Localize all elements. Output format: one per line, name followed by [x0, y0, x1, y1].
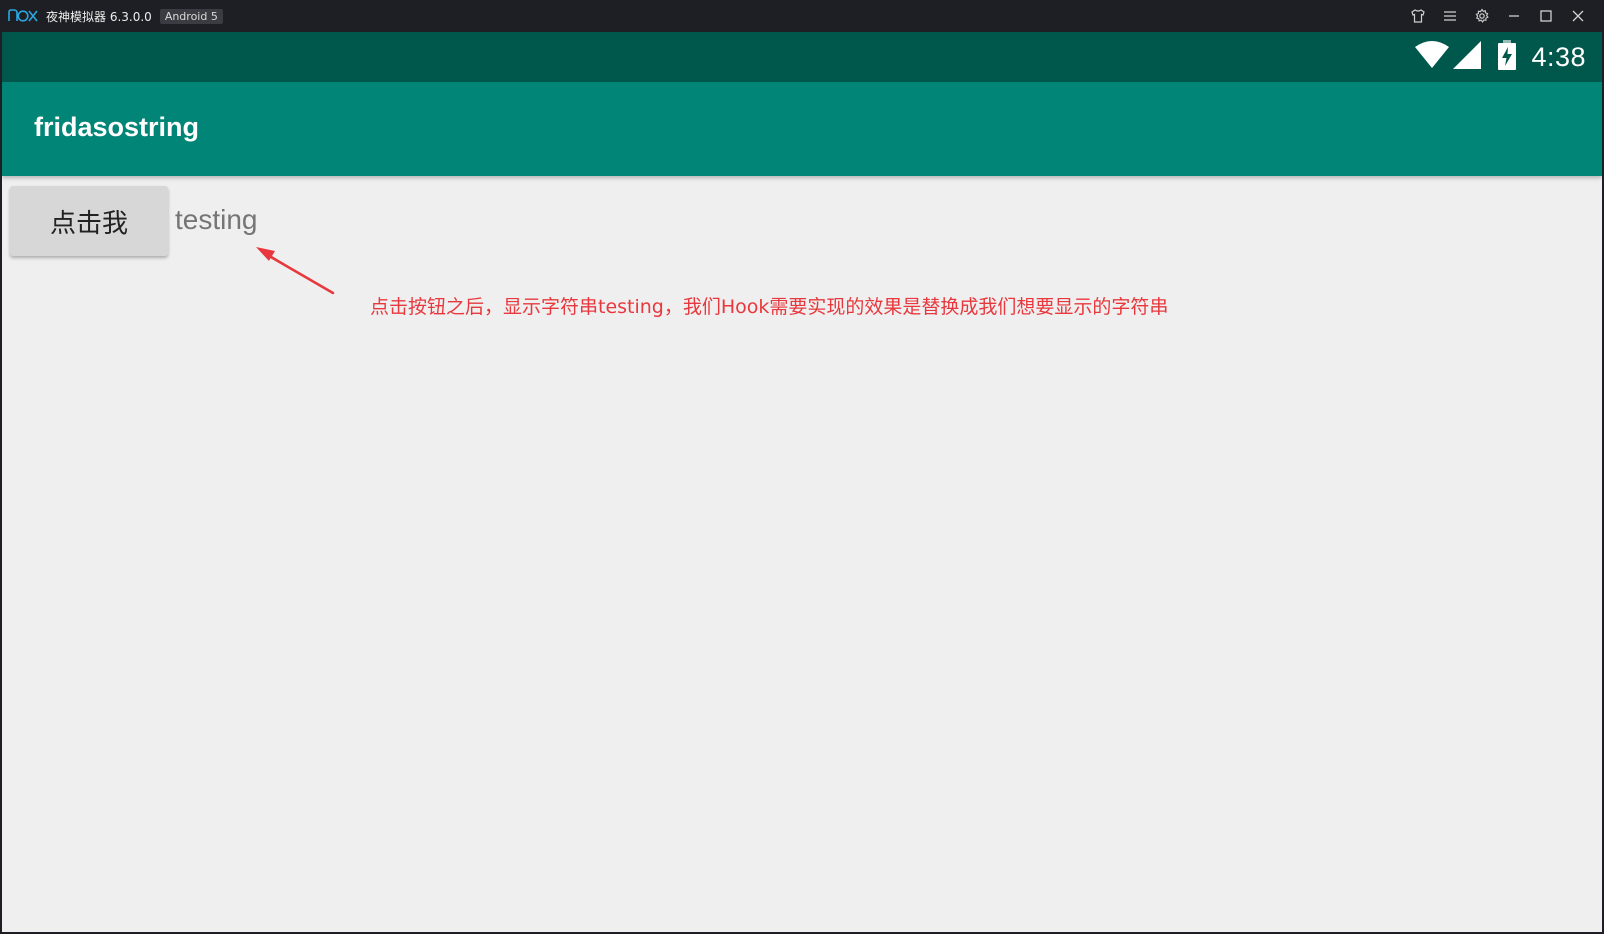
main-content: 点击我 testing 点击按钮之后，显示字符串testing，我们Hook需要… [2, 176, 1602, 932]
window-controls [1402, 0, 1594, 32]
battery-charging-icon [1497, 40, 1517, 74]
status-icons: 4:38 [1415, 32, 1586, 82]
android-screen: 4:38 fridasostring 点击我 testing 点击按钮之后，显示… [2, 32, 1602, 932]
emulator-title: 夜神模拟器 6.3.0.0 [46, 9, 152, 24]
gear-icon[interactable] [1466, 0, 1498, 32]
shirt-icon[interactable] [1402, 0, 1434, 32]
close-icon[interactable] [1562, 0, 1594, 32]
wifi-icon [1415, 41, 1450, 73]
maximize-icon[interactable] [1530, 0, 1562, 32]
minimize-icon[interactable] [1498, 0, 1530, 32]
app-toolbar: fridasostring [2, 82, 1602, 176]
emulator-titlebar: 夜神模拟器 6.3.0.0 Android 5 [0, 0, 1604, 32]
annotation-text: 点击按钮之后，显示字符串testing，我们Hook需要实现的效果是替换成我们想… [370, 296, 1169, 318]
signal-icon [1453, 41, 1482, 73]
android-statusbar: 4:38 [2, 32, 1602, 82]
menu-icon[interactable] [1434, 0, 1466, 32]
nox-logo-icon [8, 8, 38, 24]
status-time: 4:38 [1531, 41, 1586, 72]
emulator-window: 夜神模拟器 6.3.0.0 Android 5 4:38 fridasostri… [0, 0, 1604, 934]
android-version-badge: Android 5 [159, 8, 223, 24]
annotation-arrow-icon [256, 247, 335, 295]
app-title: fridasostring [34, 112, 200, 142]
